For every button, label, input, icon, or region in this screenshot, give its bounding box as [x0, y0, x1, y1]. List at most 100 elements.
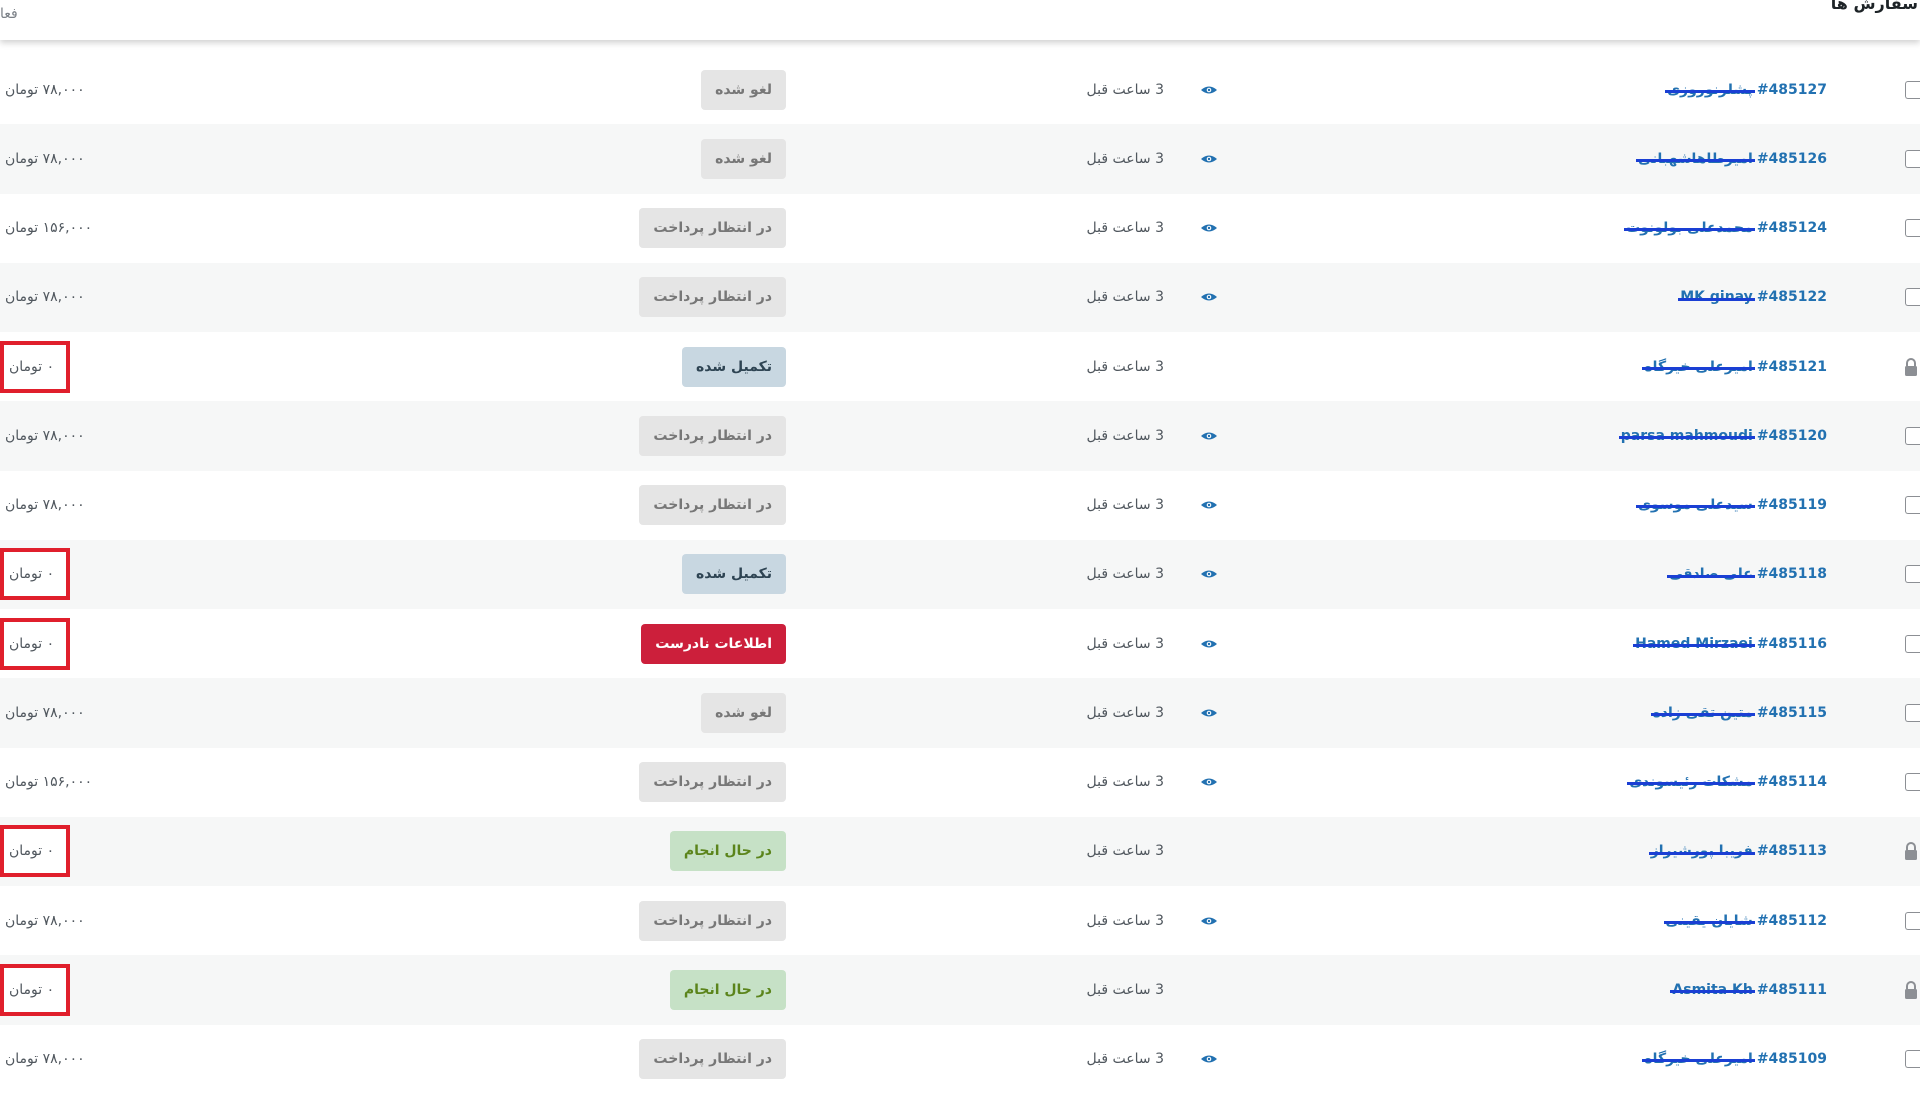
preview-eye-icon[interactable]: [1200, 915, 1218, 926]
order-date: 3 ساعت قبل: [1086, 704, 1164, 721]
status-badge: اطلاعات نادرست: [641, 623, 786, 664]
status-badge: در انتظار پرداخت: [639, 415, 786, 456]
order-link[interactable]: parsa mahmoudi #485120: [1618, 428, 1827, 444]
table-row[interactable]: Asmita Kh #485111 3 ساعت قبل در حال انجام ۰ …: [0, 955, 1920, 1025]
preview-eye-icon[interactable]: [1200, 1054, 1218, 1065]
table-row[interactable]: مشکات رئیسوندی #485114 3 ساعت قبل در انتظار…: [0, 748, 1920, 817]
order-link[interactable]: MK ginay #485122: [1678, 289, 1827, 306]
customer-name: متین تقی زاده: [1650, 704, 1756, 721]
preview-eye-icon[interactable]: [1200, 777, 1218, 788]
order-date: 3 ساعت قبل: [1086, 981, 1164, 998]
row-checkbox[interactable]: [1905, 496, 1920, 515]
preview-eye-icon[interactable]: [1200, 223, 1218, 234]
preview-eye-icon[interactable]: [1200, 153, 1218, 164]
status-badge: لغو شده: [701, 692, 786, 733]
row-checkbox[interactable]: [1905, 149, 1920, 168]
actions-column-heading: فعا: [0, 6, 18, 22]
order-total: ۷۸,۰۰۰ تومان: [5, 704, 85, 721]
orders-table: پشلرنوروزی #485127 3 ساعت قبل لغو شده ۷۸,۰۰۰…: [0, 55, 1920, 1094]
order-total: ۷۸,۰۰۰ تومان: [5, 427, 85, 444]
row-checkbox[interactable]: [1905, 80, 1920, 99]
status-badge: لغو شده: [701, 69, 786, 110]
status-badge: در انتظار پرداخت: [639, 208, 786, 249]
customer-name: پشلرنوروزی: [1665, 81, 1755, 98]
order-number: #485115: [1756, 704, 1827, 721]
order-date: 3 ساعت قبل: [1086, 843, 1164, 860]
table-row[interactable]: فریبا پورشیراز #485113 3 ساعت قبل در حال ان…: [0, 816, 1920, 886]
order-number: #485121: [1756, 358, 1827, 375]
order-link[interactable]: مشکات رئیسوندی #485114: [1627, 774, 1827, 791]
table-row[interactable]: امیرطاهاشهبانی #485126 3 ساعت قبل لغو شده ۷۸…: [0, 124, 1920, 194]
order-total: ۰ تومان: [0, 963, 71, 1016]
order-date: 3 ساعت قبل: [1086, 358, 1164, 375]
order-total: ۰ تومان: [0, 340, 71, 393]
table-row[interactable]: سیدعلی موسوی #485119 3 ساعت قبل در انتظار پ…: [0, 471, 1920, 540]
preview-eye-icon[interactable]: [1200, 84, 1218, 95]
order-number: #485116: [1756, 635, 1827, 652]
status-badge: لغو شده: [701, 138, 786, 179]
order-date: 3 ساعت قبل: [1086, 1051, 1164, 1068]
table-row[interactable]: Hamed Mirzaei #485116 3 ساعت قبل اطلاعات نا…: [0, 609, 1920, 678]
order-link[interactable]: محمدعلی بولونوت #485124: [1624, 220, 1827, 237]
preview-eye-icon[interactable]: [1200, 292, 1218, 303]
order-link[interactable]: Asmita Kh #485111: [1670, 981, 1827, 998]
table-row[interactable]: پشلرنوروزی #485127 3 ساعت قبل لغو شده ۷۸,۰۰۰…: [0, 55, 1920, 124]
order-date: 3 ساعت قبل: [1086, 150, 1164, 167]
order-link[interactable]: سیدعلی موسوی #485119: [1636, 497, 1827, 514]
status-badge: در انتظار پرداخت: [639, 485, 786, 526]
order-total: ۱۵۶,۰۰۰ تومان: [5, 774, 93, 791]
row-checkbox[interactable]: [1905, 288, 1920, 307]
preview-eye-icon[interactable]: [1200, 707, 1218, 718]
row-checkbox[interactable]: [1905, 703, 1920, 722]
order-total: ۰ تومان: [0, 548, 71, 601]
table-row[interactable]: شایان یقینی #485112 3 ساعت قبل در انتظار پر…: [0, 886, 1920, 955]
order-link[interactable]: امیرطاهاشهبانی #485126: [1636, 150, 1827, 167]
row-checkbox[interactable]: [1905, 219, 1920, 238]
customer-name: مشکات رئیسوندی: [1627, 774, 1756, 791]
table-row[interactable]: parsa mahmoudi #485120 3 ساعت قبل در انتظار…: [0, 401, 1920, 471]
order-link[interactable]: امیرعلی خیرگاه #485121: [1642, 358, 1827, 375]
preview-eye-icon[interactable]: [1200, 500, 1218, 511]
table-row[interactable]: MK ginay #485122 3 ساعت قبل در انتظار پرداخ…: [0, 262, 1920, 332]
table-row[interactable]: متین تقی زاده #485115 3 ساعت قبل لغو شده ۷۸,…: [0, 678, 1920, 748]
order-date: 3 ساعت قبل: [1086, 289, 1164, 306]
order-number: #485126: [1756, 150, 1827, 167]
preview-eye-icon[interactable]: [1200, 638, 1218, 649]
order-date: 3 ساعت قبل: [1086, 220, 1164, 237]
table-row[interactable]: علی صادقی #485118 3 ساعت قبل تکمیل شده ۰ توم…: [0, 539, 1920, 609]
row-checkbox[interactable]: [1905, 911, 1920, 930]
order-number: #485119: [1756, 497, 1827, 514]
row-checkbox[interactable]: [1905, 426, 1920, 445]
list-header: فعا سفارش ها: [0, 0, 1920, 40]
order-link[interactable]: متین تقی زاده #485115: [1650, 704, 1827, 721]
order-link[interactable]: فریبا پورشیراز #485113: [1648, 843, 1827, 860]
order-total: ۷۸,۰۰۰ تومان: [5, 289, 85, 306]
preview-eye-icon[interactable]: [1200, 569, 1218, 580]
status-badge: در حال انجام: [669, 831, 786, 872]
order-number: #485114: [1756, 774, 1827, 791]
customer-name: MK ginay: [1678, 289, 1755, 306]
table-row[interactable]: محمدعلی بولونوت #485124 3 ساعت قبل در انتظا…: [0, 194, 1920, 263]
order-number: #485111: [1756, 981, 1827, 998]
order-link[interactable]: امیرعلی خیرگاه #485109: [1642, 1051, 1827, 1067]
status-badge: در انتظار پرداخت: [639, 1039, 786, 1080]
preview-eye-icon[interactable]: [1200, 430, 1218, 441]
customer-name: فریبا پورشیراز: [1648, 843, 1755, 860]
table-row[interactable]: امیرعلی خیرگاه #485121 3 ساعت قبل تکمیل شده…: [0, 332, 1920, 401]
status-badge: در انتظار پرداخت: [639, 277, 786, 318]
order-link[interactable]: شایان یقینی #485112: [1663, 913, 1827, 929]
order-link[interactable]: Hamed Mirzaei #485116: [1633, 635, 1827, 652]
row-checkbox[interactable]: [1905, 1050, 1920, 1069]
order-date: 3 ساعت قبل: [1086, 774, 1164, 791]
customer-name: سیدعلی موسوی: [1636, 497, 1755, 514]
lock-icon: [1905, 980, 1917, 999]
table-row[interactable]: امیرعلی خیرگاه #485109 3 ساعت قبل در انتظار…: [0, 1025, 1920, 1094]
row-checkbox[interactable]: [1905, 634, 1920, 653]
order-total: ۷۸,۰۰۰ تومان: [5, 150, 85, 167]
customer-name: محمدعلی بولونوت: [1624, 220, 1755, 237]
order-link[interactable]: پشلرنوروزی #485127: [1665, 81, 1827, 98]
order-link[interactable]: علی صادقی #485118: [1667, 566, 1827, 582]
row-checkbox[interactable]: [1905, 565, 1920, 584]
row-checkbox[interactable]: [1905, 773, 1920, 792]
order-number: #485124: [1756, 220, 1827, 237]
